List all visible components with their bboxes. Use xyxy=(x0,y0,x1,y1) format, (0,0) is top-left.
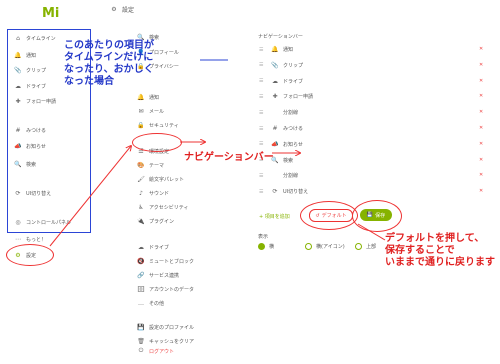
arrow-save-to-note xyxy=(357,223,386,241)
arrow-settings-to-preferences xyxy=(49,146,131,247)
annotation-arrows xyxy=(49,59,386,247)
